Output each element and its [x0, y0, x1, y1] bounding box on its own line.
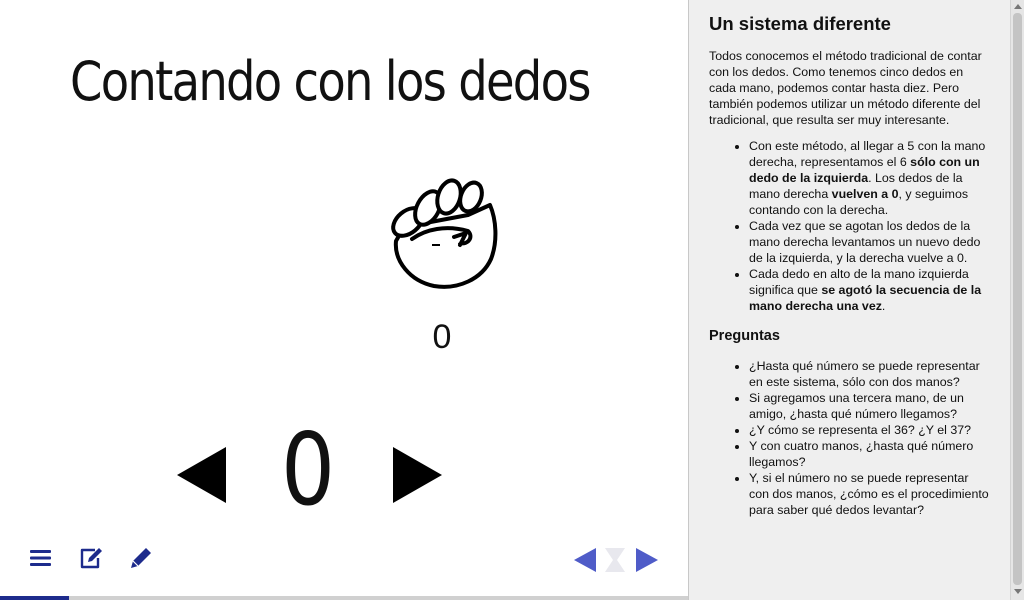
list-item: Cada vez que se agotan los dedos de la m…: [749, 218, 990, 266]
previous-slide-button[interactable]: [574, 548, 596, 572]
slide-title: Contando con los dedos: [70, 50, 591, 113]
question-item: ¿Hasta qué número se puede representar e…: [749, 358, 990, 390]
progress-fill: [0, 596, 69, 600]
pencil-icon[interactable]: [128, 545, 154, 571]
slide-area: Contando con los dedos 0 0: [0, 0, 688, 600]
scroll-up-arrow-icon[interactable]: [1014, 4, 1022, 9]
panel-scrollbar[interactable]: [1010, 0, 1024, 600]
panel-intro: Todos conocemos el método tradicional de…: [709, 49, 982, 127]
questions-list: ¿Hasta qué número se puede representar e…: [709, 358, 990, 518]
panel-heading: Un sistema diferente: [709, 13, 891, 34]
decrement-button[interactable]: [177, 447, 226, 503]
question-item: Si agregamos una tercera mano, de un ami…: [749, 390, 990, 422]
question-item: Y con cuatro manos, ¿hasta qué número ll…: [749, 438, 990, 470]
scrollbar-thumb[interactable]: [1013, 13, 1022, 585]
question-item: Y, si el número no se puede representar …: [749, 470, 990, 518]
questions-heading: Preguntas: [709, 328, 780, 344]
method-list: Con este método, al llegar a 5 con la ma…: [709, 138, 990, 314]
question-item: ¿Y cómo se representa el 36? ¿Y el 37?: [749, 422, 990, 438]
progress-bar: [0, 596, 688, 600]
increment-button[interactable]: [393, 447, 442, 503]
finger-count-label: 0: [432, 318, 452, 356]
scroll-down-arrow-icon[interactable]: [1014, 589, 1022, 594]
list-item: Con este método, al llegar a 5 con la ma…: [749, 138, 990, 218]
hamburger-menu-icon[interactable]: [28, 545, 54, 571]
notes-panel: Un sistema diferente Todos conocemos el …: [688, 0, 1010, 600]
slide-position-icon: [605, 548, 625, 572]
list-item: Cada dedo en alto de la mano izquierda s…: [749, 266, 990, 314]
fist-icon: [391, 178, 498, 289]
next-slide-button[interactable]: [636, 548, 658, 572]
edit-note-icon[interactable]: [78, 545, 104, 571]
number-display: 0: [280, 411, 336, 528]
